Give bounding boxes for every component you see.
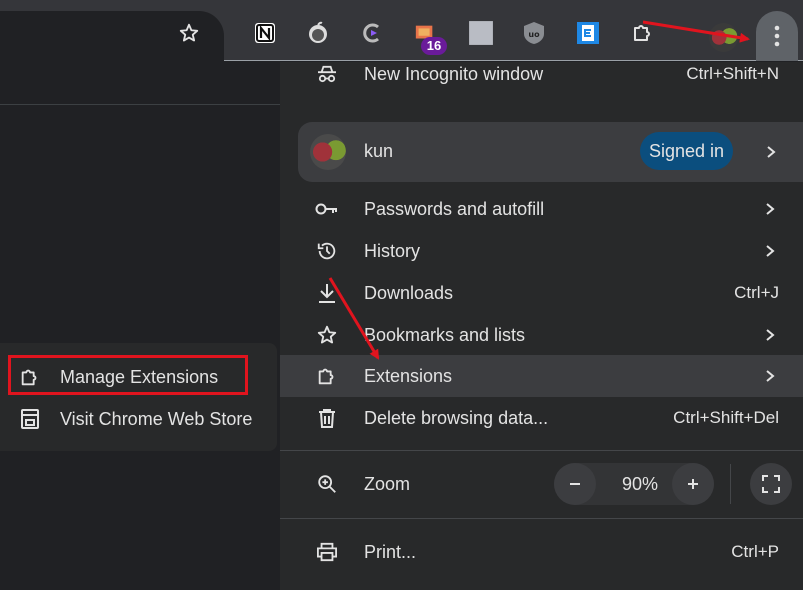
printer-icon bbox=[315, 540, 339, 564]
menu-item-label: Zoom bbox=[364, 473, 411, 494]
chrome-menu: New Incognito window Ctrl+Shift+N kun Si… bbox=[280, 62, 803, 590]
menu-item-downloads[interactable]: Downloads Ctrl+J bbox=[280, 272, 803, 314]
e-extension-icon[interactable] bbox=[575, 20, 601, 46]
zoom-out-button[interactable] bbox=[554, 463, 596, 505]
menu-item-delete-browsing-data[interactable]: Delete browsing data... Ctrl+Shift+Del bbox=[280, 397, 803, 439]
submenu-item-visit-web-store[interactable]: Visit Chrome Web Store bbox=[0, 398, 277, 440]
star-icon[interactable] bbox=[176, 20, 202, 46]
zoom-level: 90% bbox=[622, 474, 659, 494]
gray-square-extension-icon[interactable] bbox=[468, 20, 494, 46]
menu-item-label: New Incognito window bbox=[364, 63, 544, 84]
plus-icon bbox=[688, 479, 698, 489]
ublock-icon[interactable]: uo bbox=[521, 20, 547, 46]
menu-item-label: Print... bbox=[364, 541, 417, 562]
chevron-right-icon bbox=[766, 329, 775, 341]
incognito-icon bbox=[315, 62, 339, 86]
menu-item-label: Bookmarks and lists bbox=[364, 324, 526, 345]
menu-divider bbox=[280, 518, 803, 519]
fullscreen-icon bbox=[762, 475, 780, 493]
menu-item-label: History bbox=[364, 240, 421, 261]
shortcut-text: Ctrl+Shift+N bbox=[686, 64, 779, 83]
menu-item-print[interactable]: Print... Ctrl+P bbox=[280, 531, 803, 573]
star-outline-icon bbox=[315, 323, 339, 347]
history-icon bbox=[315, 239, 339, 263]
menu-item-passwords[interactable]: Passwords and autofill bbox=[280, 188, 803, 230]
menu-item-history[interactable]: History bbox=[280, 230, 803, 272]
page-strip bbox=[0, 62, 280, 105]
zoom-in-button[interactable] bbox=[672, 463, 714, 505]
zoom-icon bbox=[315, 472, 339, 496]
cursor-c-icon[interactable] bbox=[359, 20, 385, 46]
menu-item-bookmarks[interactable]: Bookmarks and lists bbox=[280, 314, 803, 356]
submenu-item-label: Visit Chrome Web Store bbox=[60, 409, 253, 429]
puzzle-icon[interactable] bbox=[629, 20, 655, 46]
chevron-right-icon bbox=[766, 370, 775, 382]
menu-item-zoom: Zoom bbox=[280, 463, 803, 505]
fullscreen-button[interactable] bbox=[750, 463, 792, 505]
more-vert-icon bbox=[774, 25, 780, 47]
chevron-right-icon bbox=[767, 146, 776, 158]
trash-icon bbox=[315, 406, 339, 430]
menu-item-extensions[interactable]: Extensions bbox=[280, 355, 803, 397]
puzzle-icon bbox=[315, 364, 339, 388]
menu-item-label: Delete browsing data... bbox=[364, 407, 549, 428]
signed-in-badge[interactable]: Signed in bbox=[640, 132, 733, 170]
web-store-icon bbox=[18, 407, 42, 431]
minus-icon bbox=[570, 483, 580, 485]
highlight-box-manage-extensions bbox=[8, 355, 248, 395]
menu-item-label: Downloads bbox=[364, 282, 454, 303]
shortcut-text: Ctrl+J bbox=[734, 283, 779, 302]
key-icon bbox=[315, 197, 339, 221]
menu-item-label: Passwords and autofill bbox=[364, 198, 545, 219]
profile-name: kun bbox=[364, 141, 394, 161]
profile-card[interactable]: kun Signed in bbox=[298, 122, 803, 182]
menu-item-new-incognito[interactable]: New Incognito window Ctrl+Shift+N bbox=[280, 53, 803, 95]
zoom-separator bbox=[730, 464, 731, 504]
shortcut-text: Ctrl+Shift+Del bbox=[673, 408, 779, 427]
download-icon bbox=[315, 281, 339, 305]
chevron-right-icon bbox=[766, 203, 775, 215]
profile-avatar-large bbox=[310, 134, 346, 170]
menu-item-label: Extensions bbox=[364, 365, 453, 386]
shortcut-text: Ctrl+P bbox=[731, 542, 779, 561]
apple-extension-icon[interactable] bbox=[305, 20, 331, 46]
menu-divider bbox=[280, 450, 803, 451]
svg-text:uo: uo bbox=[528, 30, 540, 39]
notion-icon[interactable] bbox=[252, 20, 278, 46]
browser-toolbar: 16 uo bbox=[0, 0, 803, 61]
chevron-right-icon bbox=[766, 245, 775, 257]
profile-avatar[interactable] bbox=[709, 23, 738, 52]
